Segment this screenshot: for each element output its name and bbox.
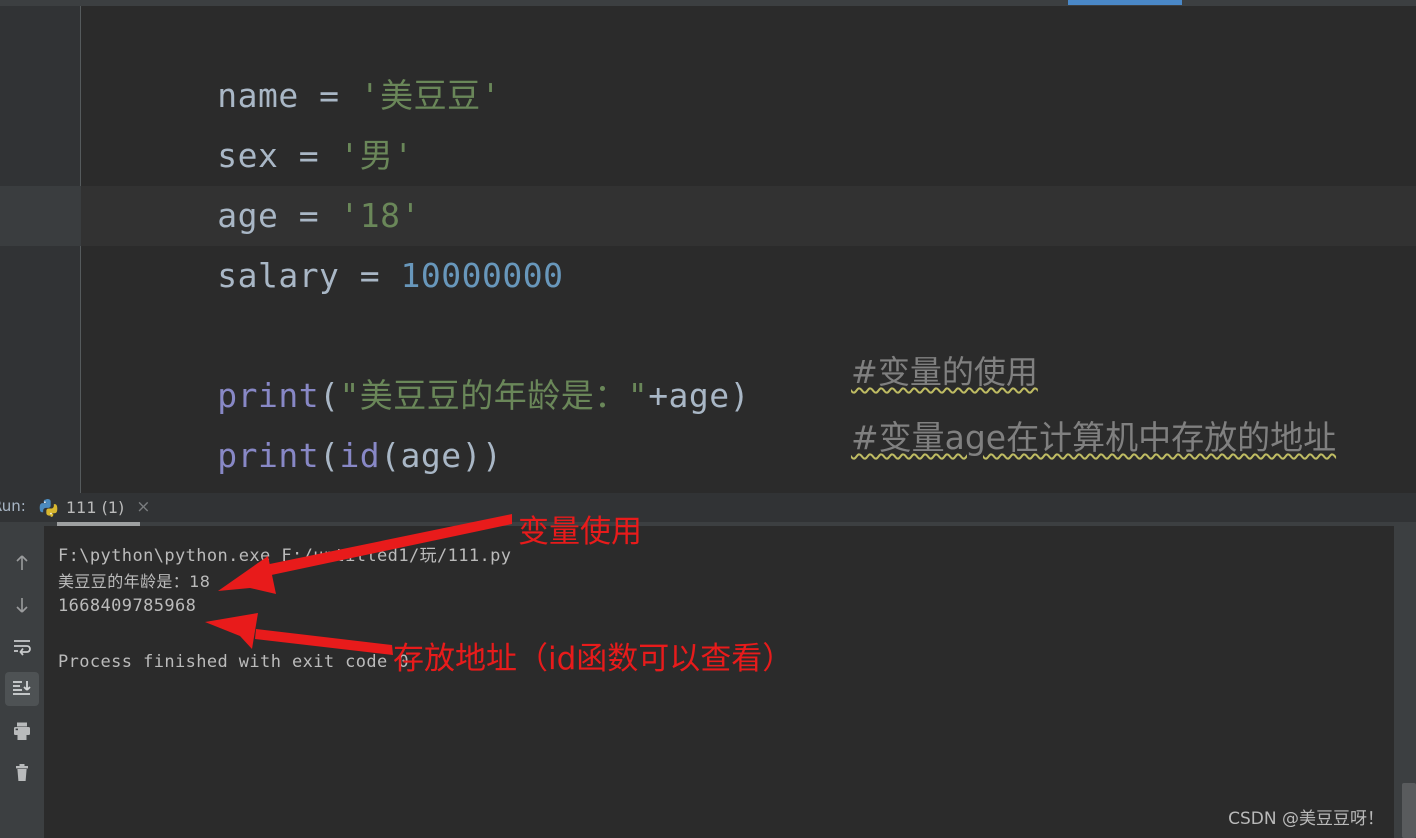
run-panel-label: Run: xyxy=(0,497,26,515)
active-tab-underline xyxy=(1068,0,1182,5)
code-token: salary xyxy=(217,256,340,295)
python-icon xyxy=(39,498,58,517)
code-token: ( xyxy=(319,436,340,475)
console-output-line: 美豆豆的年龄是：18 xyxy=(58,572,211,591)
code-editor[interactable]: name = '美豆豆' sex = '男' age = '18' salary… xyxy=(0,6,1416,493)
scroll-to-end-icon xyxy=(13,681,31,695)
close-icon[interactable]: × xyxy=(136,499,150,516)
soft-wrap-button[interactable] xyxy=(5,630,39,664)
console-header: Run: 111 (1) × xyxy=(0,493,1416,522)
code-token: (age)) xyxy=(380,436,503,475)
console-toolbar xyxy=(0,526,44,838)
console-output[interactable]: F:\python\python.exe F:/untitled1/玩/111.… xyxy=(44,526,1394,838)
console-scrollbar[interactable] xyxy=(1402,783,1416,838)
console-output-line: Process finished with exit code 0 xyxy=(58,652,409,672)
soft-wrap-icon xyxy=(14,640,31,656)
code-token: = xyxy=(339,256,401,295)
code-token: 10000000 xyxy=(400,256,564,295)
arrow-down-icon xyxy=(16,598,28,613)
code-comment[interactable]: #变量age在计算机中存放的地址 xyxy=(788,372,1336,493)
console-output-line: 1668409785968 xyxy=(58,596,197,616)
scroll-down-button[interactable] xyxy=(5,588,39,622)
code-lines: name = '美豆豆' sex = '男' age = '18' salary… xyxy=(0,6,1416,493)
code-token: id xyxy=(339,436,381,475)
console-output-line: F:\python\python.exe F:/untitled1/玩/111.… xyxy=(58,546,512,566)
code-line[interactable]: print(id(age)) xyxy=(95,366,502,493)
code-comment-text: #变量age在计算机中存放的地址 xyxy=(850,418,1337,457)
code-token: print xyxy=(217,436,320,475)
console-tab-111[interactable]: 111 (1) × xyxy=(28,493,161,522)
trash-icon xyxy=(16,764,28,781)
arrow-up-icon xyxy=(16,555,28,570)
scroll-to-end-button[interactable] xyxy=(5,672,39,706)
run-console-panel[interactable]: Run: 111 (1) × xyxy=(0,493,1416,838)
console-tab-label: 111 (1) xyxy=(66,498,125,517)
clear-all-button[interactable] xyxy=(5,756,39,790)
print-button[interactable] xyxy=(5,714,39,748)
watermark: CSDN @美豆豆呀！ xyxy=(1228,809,1384,829)
printer-icon xyxy=(14,722,30,740)
scroll-up-button[interactable] xyxy=(5,546,39,580)
code-token: +age) xyxy=(648,376,751,415)
